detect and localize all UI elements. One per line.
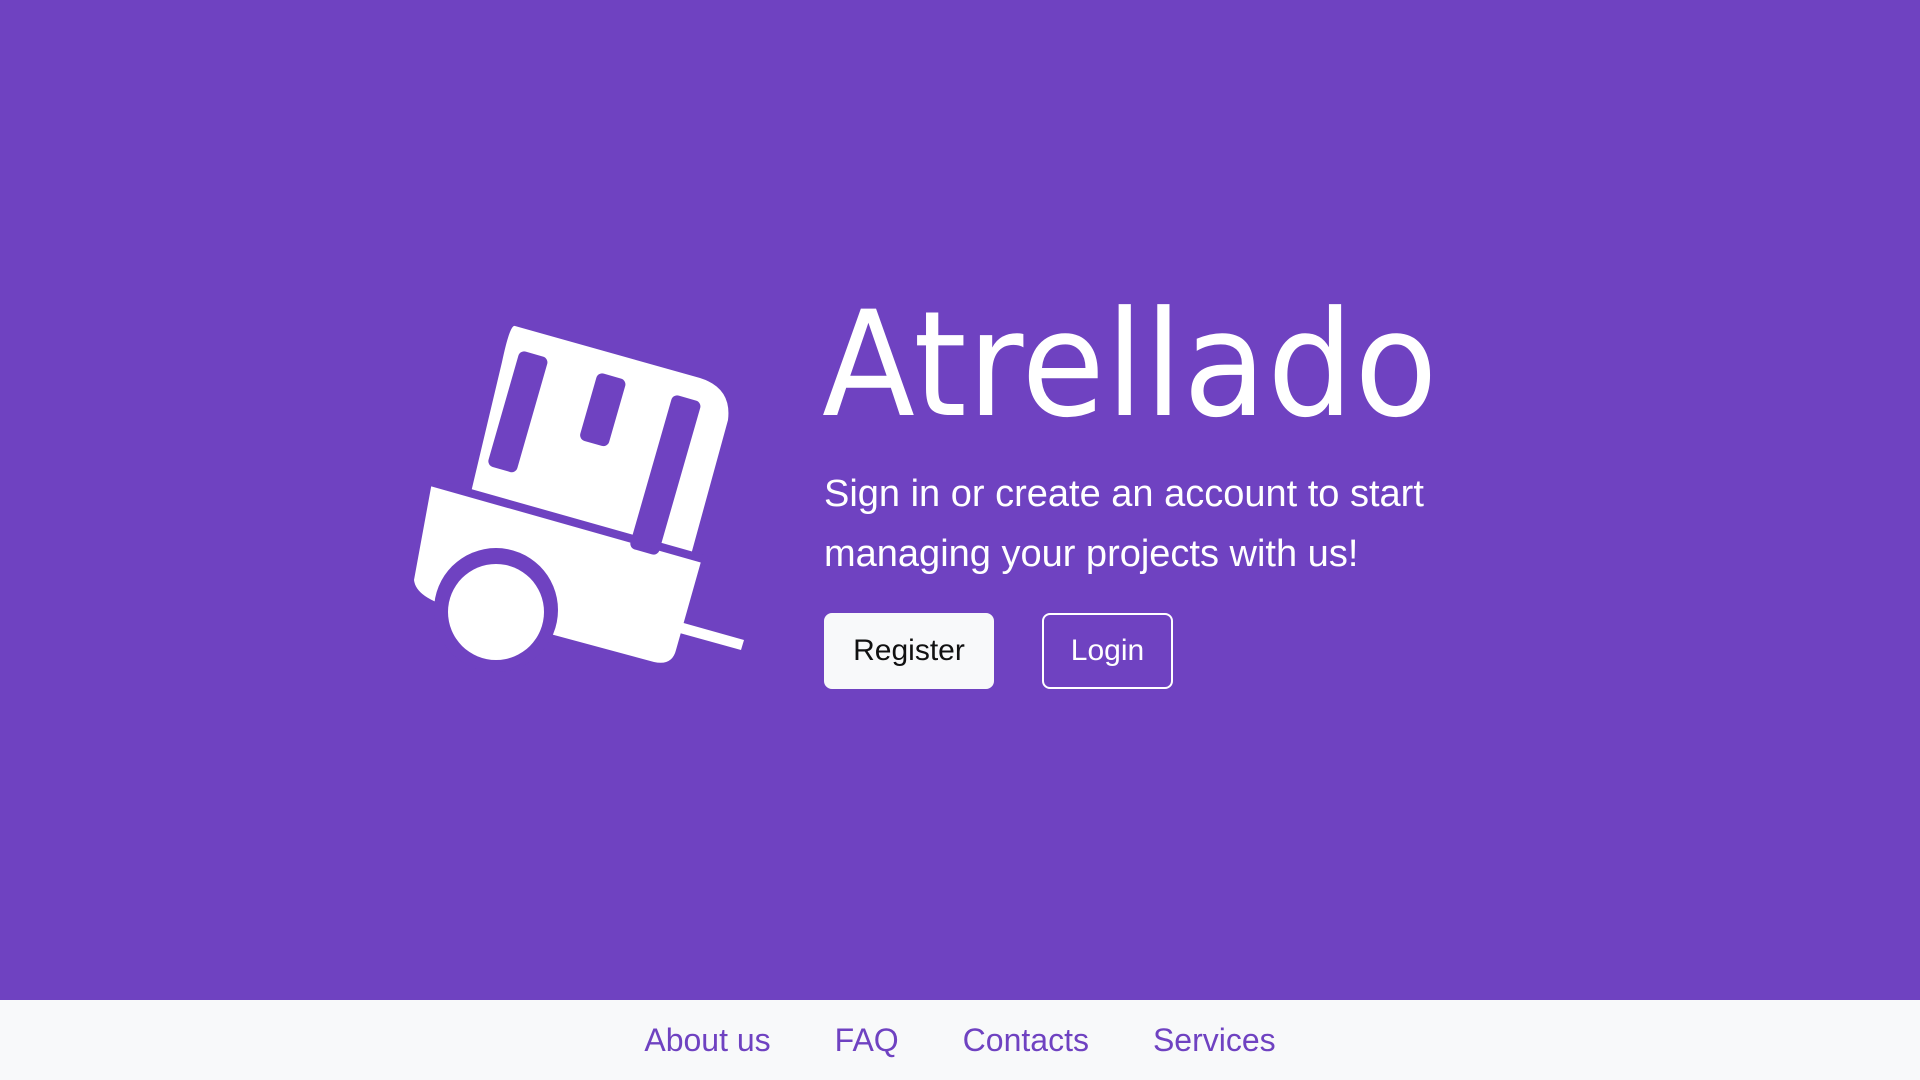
footer-link-services[interactable]: Services (1153, 1022, 1276, 1059)
footer-link-contacts[interactable]: Contacts (963, 1022, 1089, 1059)
register-button[interactable]: Register (824, 613, 994, 689)
cart-board-icon (410, 322, 750, 674)
footer-link-about-us[interactable]: About us (644, 1022, 770, 1059)
footer-nav: About us FAQ Contacts Services (0, 1000, 1920, 1080)
login-button[interactable]: Login (1042, 613, 1173, 689)
hero-section: Atrellado Sign in or create an account t… (0, 0, 1920, 1000)
footer-link-faq[interactable]: FAQ (835, 1022, 899, 1059)
app-title: Atrellado (822, 280, 1439, 450)
hero-subtitle: Sign in or create an account to start ma… (824, 473, 1424, 575)
